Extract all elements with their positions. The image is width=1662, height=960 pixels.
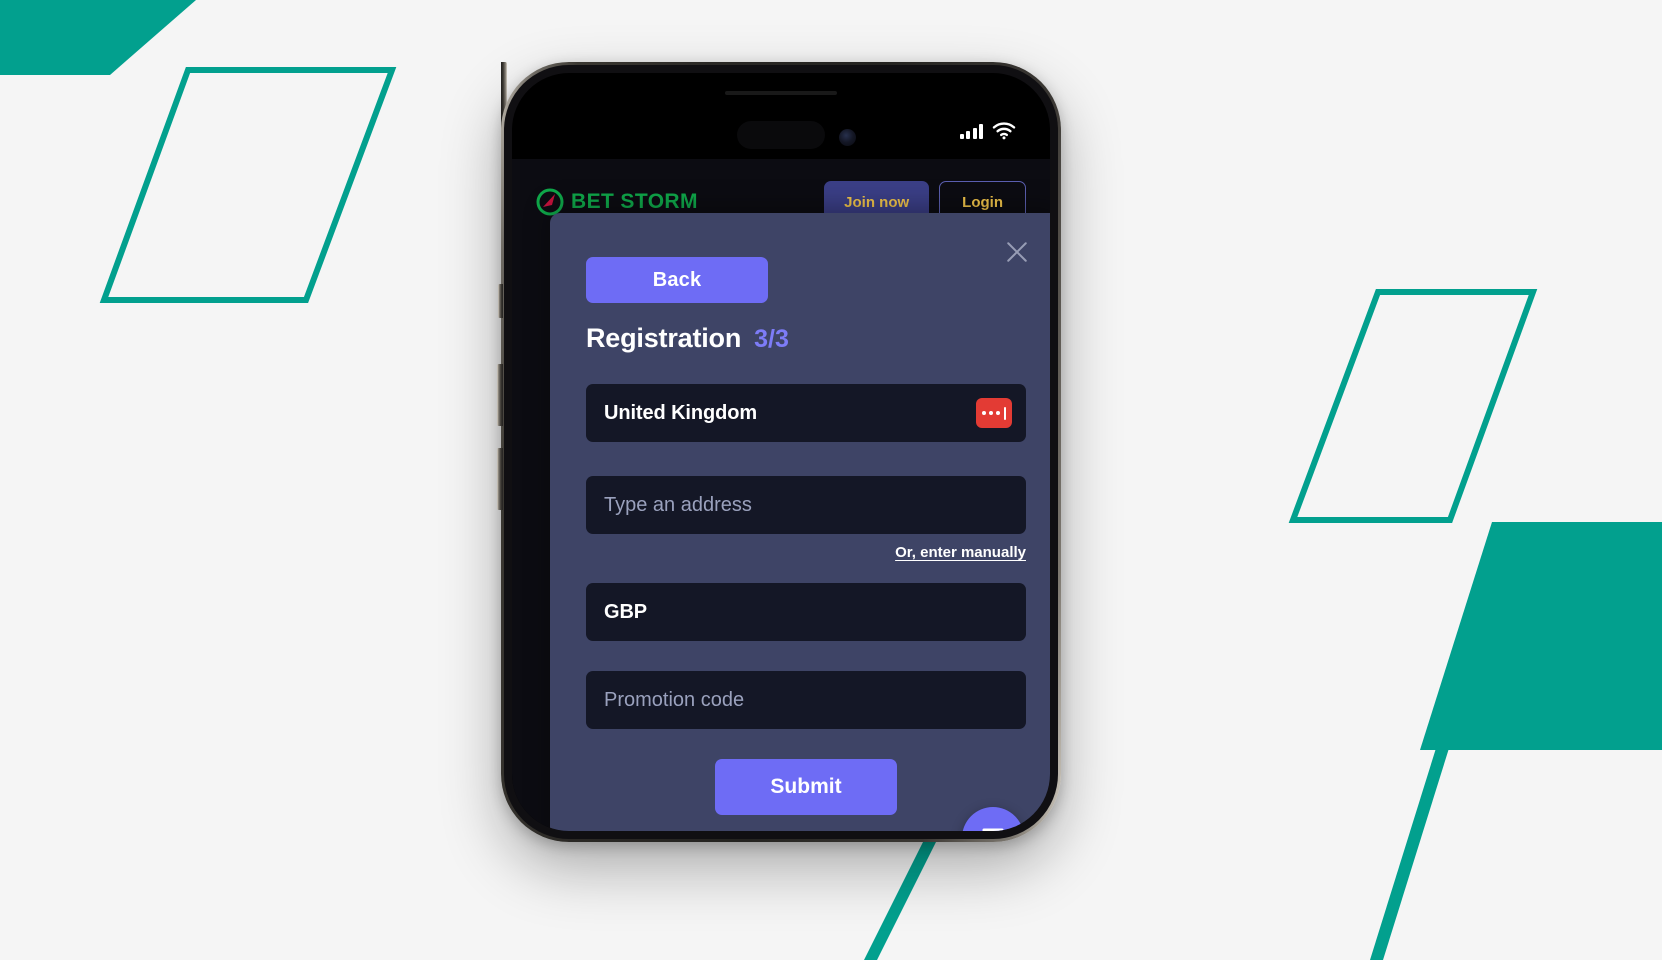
phone-silent-switch[interactable]: [498, 284, 503, 318]
submit-button[interactable]: Submit: [715, 759, 897, 815]
currency-field[interactable]: GBP: [586, 583, 1026, 641]
flag-dot: [995, 411, 1000, 415]
flag-badge-icon: [976, 398, 1012, 428]
phone-earpiece-speaker: [725, 91, 837, 95]
promotion-code-placeholder: Promotion code: [604, 688, 745, 711]
currency-value: GBP: [604, 600, 648, 623]
flag-dot: [981, 411, 986, 415]
wifi-icon: [992, 122, 1016, 140]
dynamic-island: [737, 121, 825, 149]
phone-screen: BET STORM Join now Login Back Registrati…: [512, 73, 1050, 831]
brand-logo[interactable]: BET STORM: [536, 188, 698, 216]
front-camera-icon: [839, 129, 856, 146]
country-field[interactable]: United Kingdom: [586, 384, 1026, 442]
flag-dot: [988, 411, 993, 415]
registration-modal: Back Registration 3/3 United Kingdom Typ…: [550, 213, 1050, 831]
phone-volume-down-button[interactable]: [497, 448, 503, 510]
address-placeholder: Type an address: [604, 493, 752, 516]
intercom-launcher-button[interactable]: [962, 807, 1024, 831]
enter-manually-link[interactable]: Or, enter manually: [586, 544, 1026, 561]
close-icon[interactable]: [1002, 237, 1032, 267]
intercom-chat-icon: [982, 828, 1004, 831]
status-bar: [512, 73, 1050, 159]
phone-volume-up-button[interactable]: [497, 364, 503, 426]
country-value: United Kingdom: [604, 401, 758, 424]
page-title: Registration: [586, 323, 742, 353]
back-button[interactable]: Back: [586, 257, 768, 303]
step-indicator: 3/3: [754, 325, 789, 353]
cellular-signal-icon: [959, 123, 983, 139]
phone-mockup: BET STORM Join now Login Back Registrati…: [497, 62, 1061, 842]
promotion-code-field[interactable]: Promotion code: [586, 671, 1026, 729]
address-field[interactable]: Type an address: [586, 476, 1026, 534]
brand-name: BET STORM: [571, 190, 698, 213]
registration-heading: Registration 3/3: [586, 323, 1026, 354]
flag-bar: [1003, 406, 1007, 420]
bet-storm-logo-icon: [536, 188, 564, 216]
